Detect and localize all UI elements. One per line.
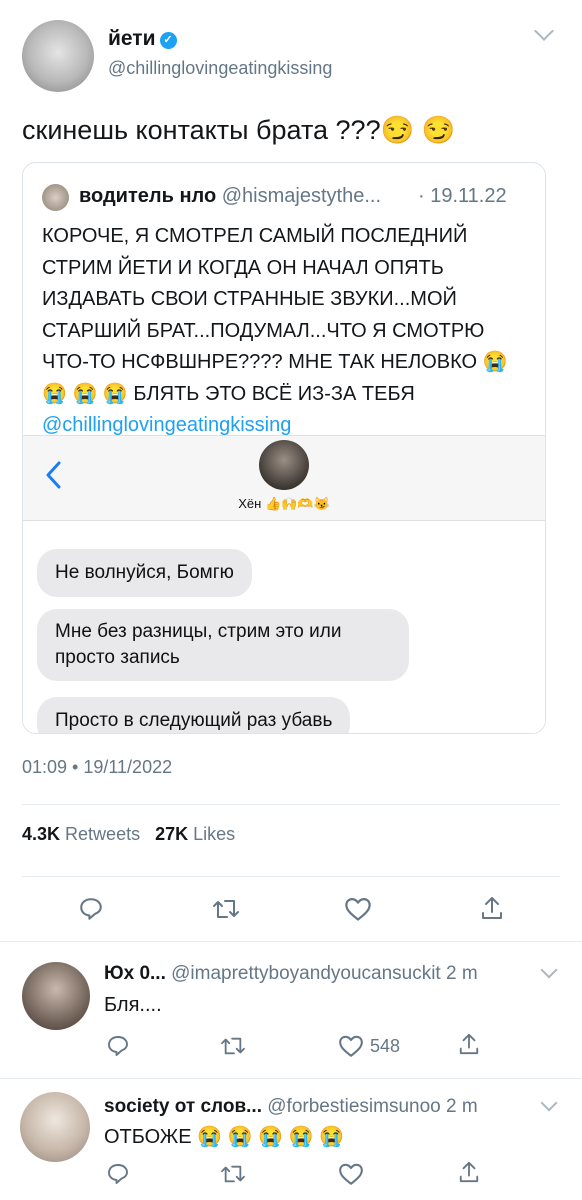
reply-text: Бля.... (104, 994, 162, 1016)
share-icon (459, 1033, 479, 1055)
reply-handle[interactable]: @imaprettyboyandyoucansuckit (171, 963, 441, 984)
like-icon (339, 1163, 363, 1185)
quoted-date: · 19.11.22 (418, 185, 507, 207)
retweet-button[interactable] (212, 897, 240, 921)
reply-handle[interactable]: @forbestiesimsunoo (267, 1096, 440, 1117)
share-button[interactable] (480, 895, 504, 921)
retweet-button[interactable] (220, 1163, 246, 1185)
like-button[interactable] (344, 896, 372, 922)
section-separator (0, 941, 582, 942)
retweets-stat[interactable]: 4.3K Retweets (22, 824, 140, 844)
chat-contact-avatar (259, 440, 309, 490)
chat-message-2: Мне без разницы, стрим это или просто за… (37, 609, 409, 681)
like-button[interactable]: 548 (338, 1034, 400, 1058)
likes-stat[interactable]: 27K Likes (155, 824, 235, 844)
reply-icon (80, 898, 102, 920)
author-handle[interactable]: @chillinglovingeatingkissing (108, 58, 332, 79)
like-icon (345, 897, 371, 921)
reply-display-name[interactable]: society от слов... (104, 1096, 262, 1117)
share-icon (482, 897, 502, 919)
share-button[interactable] (458, 1032, 480, 1056)
retweets-count: 4.3K (22, 824, 61, 844)
chevron-down-icon[interactable] (534, 21, 554, 41)
like-count: 548 (370, 1035, 401, 1056)
reply-header: society от слов... @forbestiesimsunoo 2 … (104, 1096, 478, 1118)
retweets-label: Retweets (65, 824, 141, 844)
likes-label: Likes (193, 824, 236, 844)
chevron-down-icon[interactable] (540, 1094, 558, 1112)
chat-screenshot: Хён 👍🙌🫶😼 Не волнуйся, Бомгю Мне без разн… (23, 435, 545, 733)
reply-time: 2 m (446, 963, 478, 984)
chevron-down-icon[interactable] (540, 961, 558, 979)
divider (22, 804, 560, 805)
reply-button[interactable] (106, 1034, 130, 1058)
retweet-button[interactable] (220, 1035, 246, 1057)
reply-time: 2 m (446, 1096, 478, 1117)
section-separator (0, 1078, 582, 1079)
quoted-display-name: водитель нло (79, 185, 217, 207)
reply-display-name[interactable]: Юх 0... (104, 963, 166, 984)
reply-icon (108, 1036, 128, 1056)
reply-text: ОТБОЖЕ 😭 😭 😭 😭 😭 (104, 1126, 344, 1148)
back-chevron-icon (46, 461, 61, 489)
chat-header: Хён 👍🙌🫶😼 (23, 435, 545, 521)
chat-contact-name: Хён 👍🙌🫶😼 (238, 496, 330, 511)
like-icon (339, 1035, 363, 1057)
tweet-text: скинешь контакты брата ???😏 😏 (22, 115, 456, 145)
reply-icon (108, 1164, 128, 1184)
reply-avatar[interactable] (22, 962, 90, 1030)
retweet-icon (213, 900, 239, 918)
author-display-name: йети (108, 27, 156, 50)
reply-header: Юх 0... @imaprettyboyandyoucansuckit 2 m (104, 963, 478, 985)
quoted-author-avatar (42, 184, 69, 211)
like-button[interactable] (338, 1162, 364, 1186)
retweet-icon (221, 1165, 245, 1183)
verified-icon: ✓ (159, 32, 177, 49)
author-avatar[interactable] (22, 20, 94, 92)
reply-avatar[interactable] (20, 1092, 90, 1162)
likes-count: 27K (155, 824, 189, 844)
quoted-tweet[interactable]: водитель нло @hismajestythe... · 19.11.2… (22, 162, 546, 734)
quoted-handle: @hismajestythe... (221, 185, 381, 207)
reply-button[interactable] (78, 896, 104, 922)
quoted-header: водитель нло @hismajestythe... (79, 185, 381, 208)
quoted-body: КОРОЧЕ, Я СМОТРЕЛ САМЫЙ ПОСЛЕДНИЙ СТРИМ … (42, 225, 508, 405)
chat-message-3: Просто в следующий раз убавь (37, 697, 351, 733)
chat-message-1: Не волнуйся, Бомгю (37, 549, 252, 597)
quoted-text: КОРОЧЕ, Я СМОТРЕЛ САМЫЙ ПОСЛЕДНИЙ СТРИМ … (42, 221, 532, 442)
quoted-mention[interactable]: @chillinglovingeatingkissing (42, 414, 291, 436)
share-icon (459, 1161, 479, 1183)
divider (22, 876, 560, 877)
share-button[interactable] (458, 1160, 480, 1184)
author-name[interactable]: йети ✓ (108, 27, 177, 51)
retweet-icon (221, 1037, 245, 1055)
tweet-stats: 4.3K Retweets 27K Likes (22, 824, 235, 845)
tweet-timestamp: 01:09 • 19/11/2022 (22, 757, 173, 777)
reply-button[interactable] (106, 1162, 130, 1186)
